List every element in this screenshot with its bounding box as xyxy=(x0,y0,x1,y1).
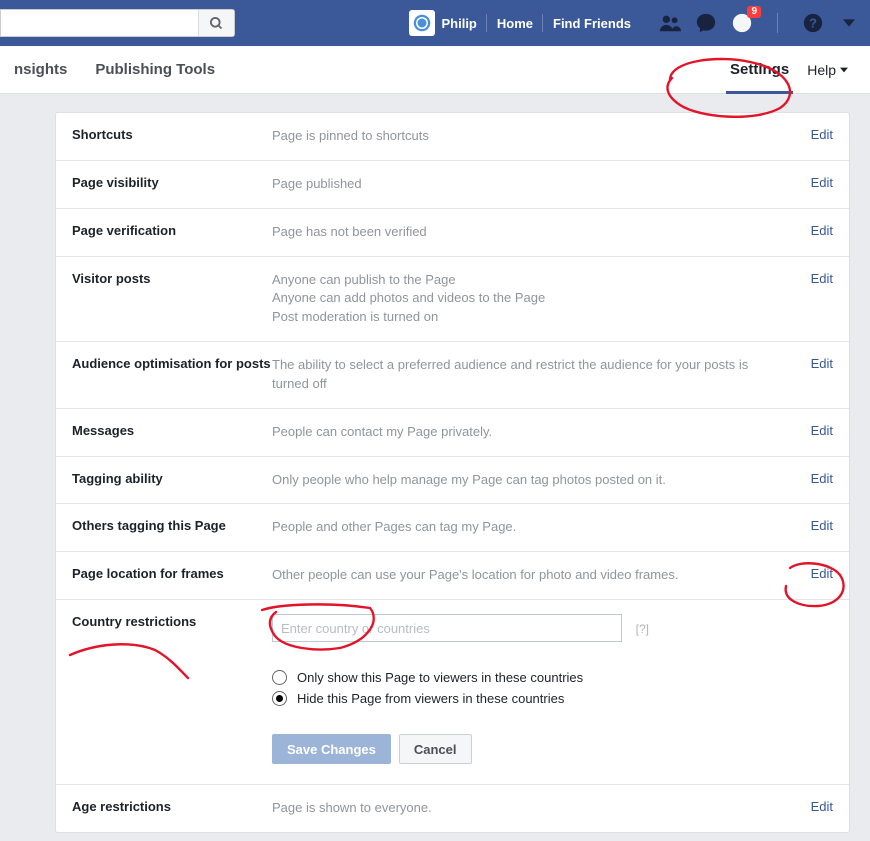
row-value: People can contact my Page privately. xyxy=(272,423,833,442)
friend-requests-icon[interactable] xyxy=(659,12,681,34)
row-value: Page published xyxy=(272,175,833,194)
nav-find-friends[interactable]: Find Friends xyxy=(543,0,641,46)
row-age-restrictions: Age restrictions Page is shown to everyo… xyxy=(56,785,849,832)
notifications-icon[interactable]: 9 xyxy=(731,12,753,34)
country-help-link[interactable]: [?] xyxy=(636,622,649,636)
row-label: Audience optimisation for posts xyxy=(72,356,272,394)
row-shortcuts: Shortcuts Page is pinned to shortcuts Ed… xyxy=(56,113,849,161)
tab-insights[interactable]: nsights xyxy=(0,46,81,94)
row-label: Page verification xyxy=(72,223,272,242)
page-tabs: nsights Publishing Tools Settings Help xyxy=(0,46,870,94)
divider xyxy=(777,13,778,33)
edit-link[interactable]: Edit xyxy=(811,223,833,238)
edit-link[interactable]: Edit xyxy=(811,271,833,286)
avatar-icon xyxy=(413,14,431,32)
username: Philip xyxy=(441,16,476,31)
radio-only-show[interactable]: Only show this Page to viewers in these … xyxy=(272,670,833,685)
row-page-visibility: Page visibility Page published Edit xyxy=(56,161,849,209)
nav-home[interactable]: Home xyxy=(487,0,543,46)
row-country-restrictions: Country restrictions [?] Only show this … xyxy=(56,600,849,785)
row-value: People and other Pages can tag my Page. xyxy=(272,518,833,537)
row-label: Tagging ability xyxy=(72,471,272,490)
row-page-verification: Page verification Page has not been veri… xyxy=(56,209,849,257)
save-button[interactable]: Save Changes xyxy=(272,734,391,764)
settings-content: Shortcuts Page is pinned to shortcuts Ed… xyxy=(0,94,870,833)
chevron-down-icon xyxy=(840,66,848,74)
edit-link[interactable]: Edit xyxy=(811,518,833,533)
settings-panel: Shortcuts Page is pinned to shortcuts Ed… xyxy=(55,112,850,833)
row-value: Page is shown to everyone. xyxy=(272,799,833,818)
tab-help[interactable]: Help xyxy=(803,62,852,78)
row-label: Age restrictions xyxy=(72,799,272,818)
messages-icon[interactable] xyxy=(695,12,717,34)
row-visitor-posts: Visitor posts Anyone can publish to the … xyxy=(56,257,849,343)
dropdown-caret-icon[interactable] xyxy=(838,12,860,34)
row-value: Other people can use your Page's locatio… xyxy=(272,566,833,585)
row-label: Shortcuts xyxy=(72,127,272,146)
row-value: Anyone can publish to the Page Anyone ca… xyxy=(272,271,833,328)
row-messages: Messages People can contact my Page priv… xyxy=(56,409,849,457)
radio-indicator xyxy=(272,691,287,706)
search-box[interactable] xyxy=(0,9,235,37)
svg-text:?: ? xyxy=(809,16,817,31)
topbar: Philip Home Find Friends 9 ? xyxy=(0,0,870,46)
row-label: Messages xyxy=(72,423,272,442)
country-input[interactable] xyxy=(272,614,622,642)
row-page-location-frames: Page location for frames Other people ca… xyxy=(56,552,849,600)
row-label: Page visibility xyxy=(72,175,272,194)
edit-link[interactable]: Edit xyxy=(811,356,833,371)
notification-badge: 9 xyxy=(747,6,761,18)
row-label: Others tagging this Page xyxy=(72,518,272,537)
row-value: Only people who help manage my Page can … xyxy=(272,471,833,490)
row-label: Visitor posts xyxy=(72,271,272,328)
row-label: Page location for frames xyxy=(72,566,272,585)
row-tagging-ability: Tagging ability Only people who help man… xyxy=(56,457,849,505)
row-value: Page is pinned to shortcuts xyxy=(272,127,833,146)
edit-link[interactable]: Edit xyxy=(811,127,833,142)
help-icon[interactable]: ? xyxy=(802,12,824,34)
tab-settings[interactable]: Settings xyxy=(716,46,803,94)
tab-publishing-tools[interactable]: Publishing Tools xyxy=(81,46,229,94)
edit-link[interactable]: Edit xyxy=(811,799,833,814)
row-others-tagging: Others tagging this Page People and othe… xyxy=(56,504,849,552)
search-button[interactable] xyxy=(198,10,234,36)
edit-link[interactable]: Edit xyxy=(811,175,833,190)
search-icon xyxy=(209,16,224,31)
radio-indicator xyxy=(272,670,287,685)
edit-link[interactable]: Edit xyxy=(811,471,833,486)
edit-link[interactable]: Edit xyxy=(811,566,833,581)
row-audience-optimisation: Audience optimisation for posts The abil… xyxy=(56,342,849,409)
row-value: Page has not been verified xyxy=(272,223,833,242)
avatar xyxy=(409,10,435,36)
cancel-button[interactable]: Cancel xyxy=(399,734,472,764)
row-value: The ability to select a preferred audien… xyxy=(272,356,833,394)
edit-link[interactable]: Edit xyxy=(811,423,833,438)
nav-profile[interactable]: Philip xyxy=(399,0,486,46)
row-label: Country restrictions xyxy=(72,614,272,764)
country-radio-group: Only show this Page to viewers in these … xyxy=(272,670,833,706)
radio-hide[interactable]: Hide this Page from viewers in these cou… xyxy=(272,691,833,706)
search-input[interactable] xyxy=(1,10,198,36)
